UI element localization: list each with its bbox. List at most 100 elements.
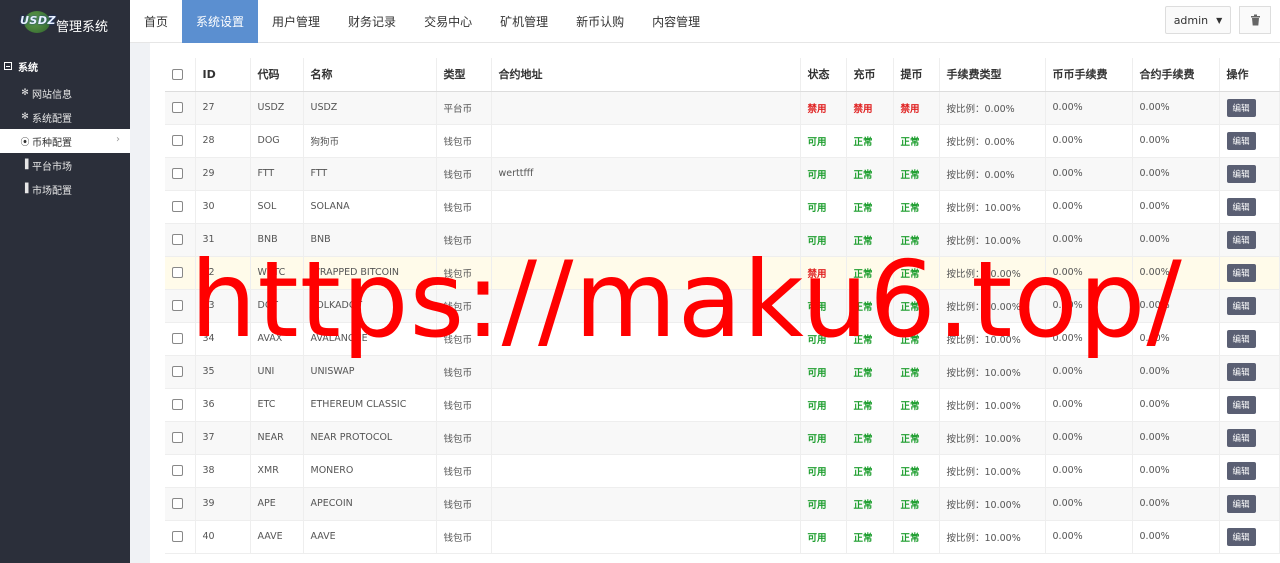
cell-contract-fee: 0.00% — [1132, 322, 1220, 356]
nav-finance-records[interactable]: 财务记录 — [334, 0, 410, 43]
nav-new-coin-subscription[interactable]: 新币认购 — [562, 0, 638, 43]
cell-status: 可用 — [800, 289, 847, 323]
checkbox[interactable] — [172, 168, 183, 179]
checkbox[interactable] — [172, 300, 183, 311]
cell-select[interactable] — [165, 91, 196, 125]
edit-button[interactable]: 编辑 — [1226, 461, 1256, 480]
edit-button[interactable]: 编辑 — [1226, 395, 1256, 414]
cell-status: 可用 — [800, 190, 847, 224]
checkbox[interactable] — [172, 432, 183, 443]
checkbox[interactable] — [172, 201, 183, 212]
cell-select[interactable] — [165, 223, 196, 257]
cell-fee-type: 按比例：10.00% — [939, 487, 1046, 521]
cell-name: AVALANCHE — [303, 322, 437, 356]
cell-deposit: 正常 — [846, 223, 894, 257]
cell-select[interactable] — [165, 355, 196, 389]
checkbox[interactable] — [172, 465, 183, 476]
cell-select[interactable] — [165, 454, 196, 488]
edit-button[interactable]: 编辑 — [1226, 527, 1256, 546]
checkbox[interactable] — [172, 498, 183, 509]
cell-status: 可用 — [800, 124, 847, 158]
cell-type: 钱包币 — [436, 355, 492, 389]
edit-button[interactable]: 编辑 — [1226, 494, 1256, 513]
cell-select[interactable] — [165, 421, 196, 455]
cell-withdraw: 禁用 — [893, 91, 940, 125]
edit-button[interactable]: 编辑 — [1226, 131, 1256, 150]
cell-select[interactable] — [165, 322, 196, 356]
cell-withdraw: 正常 — [893, 289, 940, 323]
nav-home[interactable]: 首页 — [130, 0, 182, 43]
cell-actions: 编辑 — [1219, 91, 1280, 125]
checkbox[interactable] — [172, 333, 183, 344]
table-row: 30 SOL SOLANA 钱包币 可用 正常 正常 按比例：10.00% 0.00% 0.00%… — [165, 190, 1280, 224]
sidebar-item-label: 网站信息 — [32, 89, 72, 101]
table-row: 28 DOG 狗狗币 钱包币 可用 正常 正常 按比例：0.00% 0.00% 0.00% 编辑 — [165, 124, 1280, 158]
edit-button[interactable]: 编辑 — [1226, 296, 1256, 315]
cell-contract-fee: 0.00% — [1132, 124, 1220, 158]
edit-button[interactable]: 编辑 — [1226, 98, 1256, 117]
cell-deposit: 正常 — [846, 124, 894, 158]
sidebar-item-platform-market[interactable]: ▐ 平台市场 — [0, 153, 130, 177]
cell-deposit: 正常 — [846, 157, 894, 191]
checkbox[interactable] — [172, 531, 183, 542]
cell-fee-type: 按比例：10.00% — [939, 256, 1046, 290]
cell-spot-fee: 0.00% — [1045, 355, 1133, 389]
nav-user-management[interactable]: 用户管理 — [258, 0, 334, 43]
cell-spot-fee: 0.00% — [1045, 322, 1133, 356]
logo[interactable]: USDZ 管理系统 — [0, 0, 130, 43]
nav-trading-center[interactable]: 交易中心 — [410, 0, 486, 43]
sidebar-item-coin-config[interactable]: ⦿ 币种配置 › — [0, 129, 130, 153]
cell-actions: 编辑 — [1219, 388, 1280, 422]
cell-select[interactable] — [165, 289, 196, 323]
nav-system-settings[interactable]: 系统设置 — [182, 0, 259, 43]
checkbox[interactable] — [172, 69, 183, 81]
cell-code: APE — [250, 487, 304, 521]
sidebar-item-system-config[interactable]: ✻ 系统配置 — [0, 105, 130, 129]
cell-id: 29 — [195, 157, 251, 191]
edit-button[interactable]: 编辑 — [1226, 197, 1256, 216]
edit-button[interactable]: 编辑 — [1226, 428, 1256, 447]
edit-button[interactable]: 编辑 — [1226, 362, 1256, 381]
cell-actions: 编辑 — [1219, 223, 1280, 257]
nav-miner-management[interactable]: 矿机管理 — [486, 0, 562, 43]
clear-cache-button[interactable] — [1239, 6, 1271, 34]
user-menu-button[interactable]: admin ▼ — [1165, 6, 1231, 34]
nav-content-management[interactable]: 内容管理 — [638, 0, 714, 43]
cell-contract-address — [491, 289, 801, 323]
cell-contract-address — [491, 190, 801, 224]
cell-select[interactable] — [165, 388, 196, 422]
cell-fee-type: 按比例：10.00% — [939, 322, 1046, 356]
cell-name: WRAPPED BITCOIN — [303, 256, 437, 290]
cell-spot-fee: 0.00% — [1045, 421, 1133, 455]
cell-name: FTT — [303, 157, 437, 191]
checkbox[interactable] — [172, 267, 183, 278]
checkbox[interactable] — [172, 366, 183, 377]
edit-button[interactable]: 编辑 — [1226, 164, 1256, 183]
edit-button[interactable]: 编辑 — [1226, 230, 1256, 249]
edit-button[interactable]: 编辑 — [1226, 329, 1256, 348]
cell-contract-fee: 0.00% — [1132, 289, 1220, 323]
checkbox[interactable] — [172, 135, 183, 146]
cell-status: 可用 — [800, 157, 847, 191]
checkbox[interactable] — [172, 234, 183, 245]
cell-status: 可用 — [800, 388, 847, 422]
cell-deposit: 正常 — [846, 487, 894, 521]
sidebar-group-system[interactable]: 系统 — [0, 57, 130, 75]
cell-spot-fee: 0.00% — [1045, 124, 1133, 158]
cell-contract-address — [491, 256, 801, 290]
cell-contract-fee: 0.00% — [1132, 487, 1220, 521]
cell-name: POLKADOT — [303, 289, 437, 323]
checkbox[interactable] — [172, 399, 183, 410]
cell-select[interactable] — [165, 256, 196, 290]
checkbox[interactable] — [172, 102, 183, 113]
cell-select[interactable] — [165, 157, 196, 191]
cell-select[interactable] — [165, 190, 196, 224]
sidebar-item-site-info[interactable]: ✻ 网站信息 — [0, 81, 130, 105]
edit-button[interactable]: 编辑 — [1226, 263, 1256, 282]
cell-type: 钱包币 — [436, 157, 492, 191]
cell-select[interactable] — [165, 487, 196, 521]
cell-select[interactable] — [165, 124, 196, 158]
header-select-all[interactable] — [165, 58, 196, 92]
cell-select[interactable] — [165, 520, 196, 554]
sidebar-item-market-config[interactable]: ▐ 市场配置 — [0, 177, 130, 201]
